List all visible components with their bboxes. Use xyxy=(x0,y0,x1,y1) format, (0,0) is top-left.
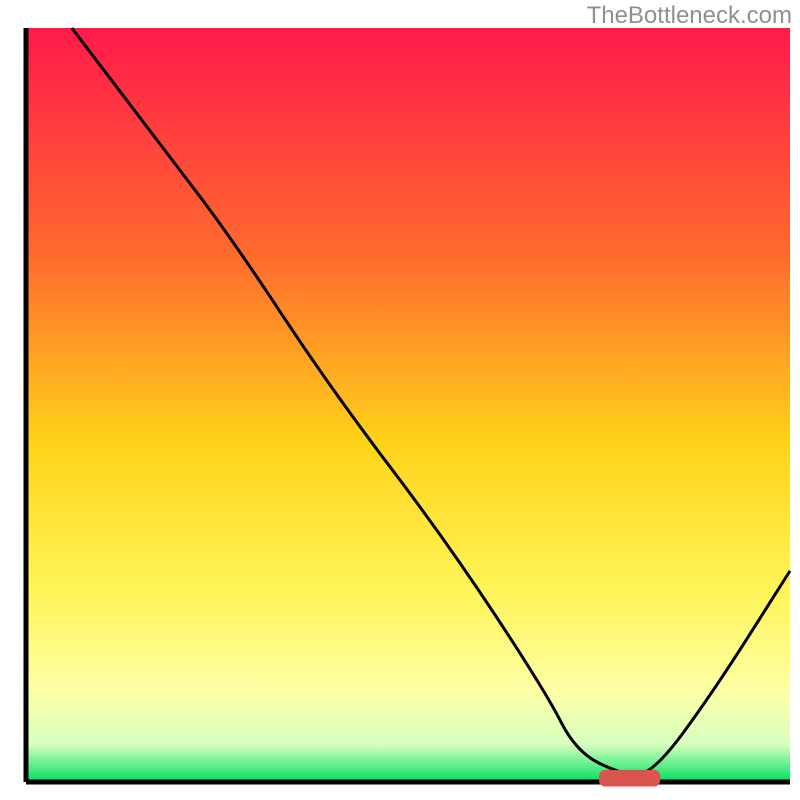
plot-background xyxy=(26,28,790,782)
watermark-text: TheBottleneck.com xyxy=(587,2,792,30)
chart-svg xyxy=(0,0,800,800)
optimal-marker xyxy=(599,770,660,787)
bottleneck-chart: TheBottleneck.com xyxy=(0,0,800,800)
